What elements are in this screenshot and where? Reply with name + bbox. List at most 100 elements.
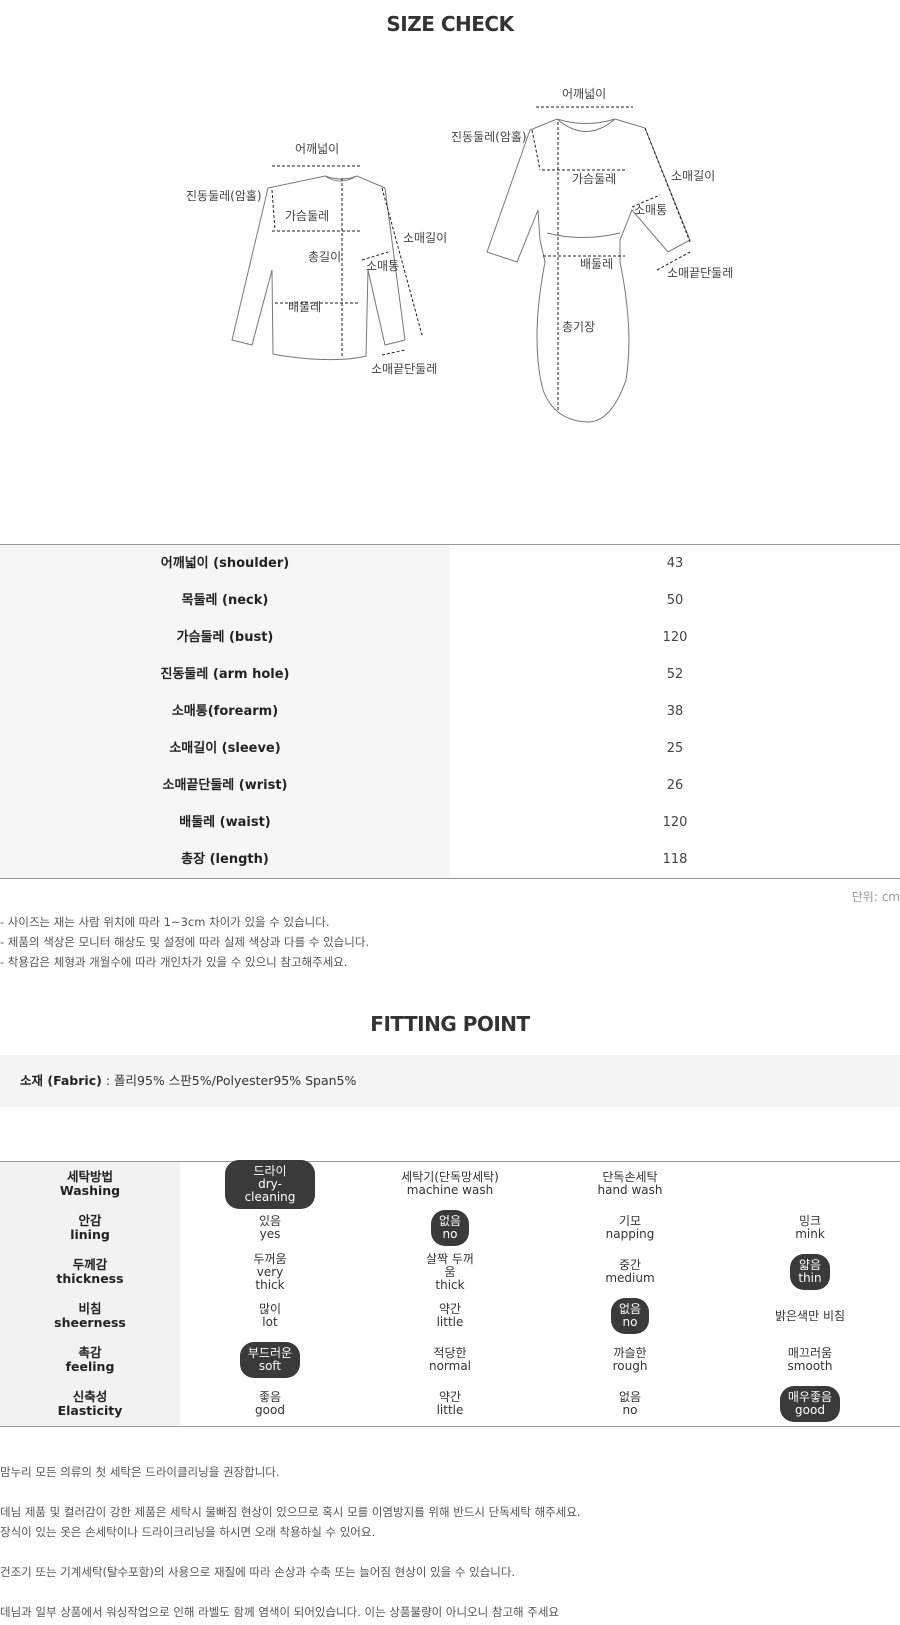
fabric-label: 소재 (Fabric) xyxy=(20,1073,102,1088)
unit-label: 단위: cm xyxy=(851,890,900,904)
care-label-en: Elasticity xyxy=(57,1403,123,1418)
size-value: 118 xyxy=(662,852,688,867)
care-row-sheerness: 비침 sheerness 많이 lot 약간 little 없음 no 밝은색만 비침 xyxy=(0,1294,900,1338)
care-row-label: 안감 lining xyxy=(0,1206,180,1250)
size-row-sleeve: 소매길이 (sleeve) 25 xyxy=(0,730,900,767)
care-option: 까슬한 rough xyxy=(612,1346,648,1373)
care-option: 없음 no xyxy=(618,1390,642,1417)
top-label-bust: 가슴둘레 xyxy=(285,209,329,223)
dress-label-length: 총기장 xyxy=(562,320,595,334)
care-option: 있음 yes xyxy=(258,1214,282,1241)
care-option: 매끄러움 smooth xyxy=(787,1346,833,1373)
care-row-label: 촉감 feeling xyxy=(0,1338,180,1382)
care-option: 중간 medium xyxy=(605,1258,655,1285)
care-row-label: 세탁방법 Washing xyxy=(0,1162,180,1206)
dress-label-sleeve: 소매길이 xyxy=(671,169,715,183)
size-label: 진동둘레 (arm hole) xyxy=(0,656,450,693)
care-option-empty xyxy=(802,1179,818,1189)
care-option: 약간 little xyxy=(436,1302,464,1329)
care-note: 데님 제품 및 컬러감이 강한 제품은 세탁시 물빠짐 현상이 있으므로 혹시 … xyxy=(0,1505,581,1519)
care-option: 많이 lot xyxy=(258,1302,282,1329)
care-option-selected: 부드러운 soft xyxy=(239,1342,301,1378)
size-value: 52 xyxy=(666,667,684,682)
size-value: 120 xyxy=(662,815,688,830)
care-row-elasticity: 신축성 Elasticity 좋음 good 약간 little 없음 no 매우좋음 g… xyxy=(0,1382,900,1426)
size-row-wrist: 소매끝단둘레 (wrist) 26 xyxy=(0,767,900,804)
care-option: 적당한 normal xyxy=(428,1346,472,1373)
care-option-selected: 드라이 dry-cleaning xyxy=(225,1159,315,1209)
size-value: 25 xyxy=(666,741,684,756)
dress-label-wrist: 소매끝단둘레 xyxy=(667,266,733,280)
care-option: 세탁기(단독망세탁) machine wash xyxy=(401,1170,499,1197)
size-note: - 제품의 색상은 모니터 해상도 및 설정에 따라 실제 색상과 다를 수 있… xyxy=(0,935,370,949)
top-label-forearm: 소매통 xyxy=(366,259,399,273)
care-option-selected: 없음 no xyxy=(610,1298,650,1334)
top-label-wrist: 소매끝단둘레 xyxy=(371,362,437,376)
dress-label-bust: 가슴둘레 xyxy=(572,172,616,186)
fabric-info: 소재 (Fabric) : 폴리95% 스판5%/Polyester95% Sp… xyxy=(0,1055,900,1107)
care-option: 밝은색만 비침 xyxy=(774,1308,846,1323)
care-row-lining: 안감 lining 있음 yes 없음 no 기모 napping 밍크 mink xyxy=(0,1206,900,1250)
care-table: 세탁방법 Washing 드라이 dry-cleaning 세탁기(단독망세탁) ma… xyxy=(0,1159,900,1427)
care-label-ko: 안감 xyxy=(78,1213,102,1228)
top-label-sleeve: 소매길이 xyxy=(403,231,447,245)
size-value: 38 xyxy=(666,704,684,719)
care-option: 살짝 두꺼움 thick xyxy=(426,1251,474,1292)
top-measure-lines xyxy=(271,165,423,358)
size-row-length: 총장 (length) 118 xyxy=(0,841,900,878)
care-option-selected: 얇음 thin xyxy=(790,1254,830,1290)
size-value: 26 xyxy=(666,778,684,793)
size-check-title: SIZE CHECK xyxy=(386,12,514,36)
care-note: 맘누리 모든 의류의 첫 세탁은 드라이클리닝을 권장합니다. xyxy=(0,1465,280,1479)
care-option-selected: 없음 no xyxy=(430,1210,470,1246)
care-option: 단독손세탁 hand wash xyxy=(597,1170,663,1197)
top-label-length: 총길이 xyxy=(308,250,341,264)
size-value: 43 xyxy=(666,556,684,571)
size-row-waist: 배둘레 (waist) 120 xyxy=(0,804,900,841)
size-row-shoulder: 어깨넓이 (shoulder) 43 xyxy=(0,545,900,582)
care-note: 장식이 있는 옷은 손세탁이나 드라이크리닝을 하시면 오래 착용하실 수 있어… xyxy=(0,1525,376,1539)
size-label: 총장 (length) xyxy=(0,841,450,878)
size-label: 가슴둘레 (bust) xyxy=(0,619,450,656)
size-label: 소매통(forearm) xyxy=(0,693,450,730)
dress-label-armhole: 진동둘레(암홀) xyxy=(451,130,527,144)
size-row-neck: 목둘레 (neck) 50 xyxy=(0,582,900,619)
care-row-label: 두께감 thickness xyxy=(0,1250,180,1294)
size-notes: - 사이즈는 재는 사람 위치에 따라 1~3cm 차이가 있을 수 있습니다.… xyxy=(0,912,369,972)
dress-label-forearm: 소매통 xyxy=(634,203,667,217)
top-label-shoulder: 어깨넓이 xyxy=(295,142,339,156)
size-value: 50 xyxy=(666,593,684,608)
care-row-label: 신축성 Elasticity xyxy=(0,1382,180,1426)
size-label: 목둘레 (neck) xyxy=(0,582,450,619)
care-label-en: feeling xyxy=(65,1359,115,1374)
size-label: 소매끝단둘레 (wrist) xyxy=(0,767,450,804)
care-row-feeling: 촉감 feeling 부드러운 soft 적당한 normal 까슬한 rough 매끄… xyxy=(0,1338,900,1382)
size-label: 소매길이 (sleeve) xyxy=(0,730,450,767)
fitting-point-title: FITTING POINT xyxy=(370,1012,530,1036)
care-row-label: 비침 sheerness xyxy=(0,1294,180,1338)
size-table: 어깨넓이 (shoulder) 43 목둘레 (neck) 50 가슴둘레 (bus… xyxy=(0,544,900,879)
size-row-armhole: 진동둘레 (arm hole) 52 xyxy=(0,656,900,693)
care-row-washing: 세탁방법 Washing 드라이 dry-cleaning 세탁기(단독망세탁) ma… xyxy=(0,1159,900,1209)
fabric-value: : 폴리95% 스판5%/Polyester95% Span5% xyxy=(105,1073,357,1088)
size-row-forearm: 소매통(forearm) 38 xyxy=(0,693,900,730)
care-label-en: thickness xyxy=(56,1271,124,1286)
care-note: 건조기 또는 기계세탁(탈수포함)의 사용으로 재질에 따라 손상과 수축 또는… xyxy=(0,1565,516,1579)
size-label: 배둘레 (waist) xyxy=(0,804,450,841)
top-label-waist: 배둘레 xyxy=(288,300,321,314)
care-label-ko: 비침 xyxy=(78,1301,102,1316)
care-option: 밍크 mink xyxy=(795,1214,825,1241)
care-option-selected: 매우좋음 good xyxy=(779,1386,841,1422)
top-label-armhole: 진동둘레(암홀) xyxy=(186,189,262,203)
dress-label-shoulder: 어깨넓이 xyxy=(562,87,606,101)
care-option: 약간 little xyxy=(436,1390,464,1417)
care-row-thickness: 두께감 thickness 두꺼움 very thick 살짝 두꺼움 thick 중… xyxy=(0,1250,900,1294)
care-option: 두꺼움 very thick xyxy=(253,1251,287,1292)
care-label-ko: 두께감 xyxy=(72,1257,108,1272)
size-diagram: 어깨넓이 진동둘레(암홀) 가슴둘레 총길이 소매통 소매길이 배둘레 소매끝단… xyxy=(0,70,900,450)
care-label-ko: 신축성 xyxy=(72,1389,108,1404)
size-label: 어깨넓이 (shoulder) xyxy=(0,545,450,582)
care-option: 기모 napping xyxy=(605,1214,655,1241)
care-note: 데님과 일부 상품에서 워싱작업으로 인해 라벨도 함께 염색이 되어있습니다.… xyxy=(0,1605,560,1619)
size-note: - 사이즈는 재는 사람 위치에 따라 1~3cm 차이가 있을 수 있습니다. xyxy=(0,915,330,929)
